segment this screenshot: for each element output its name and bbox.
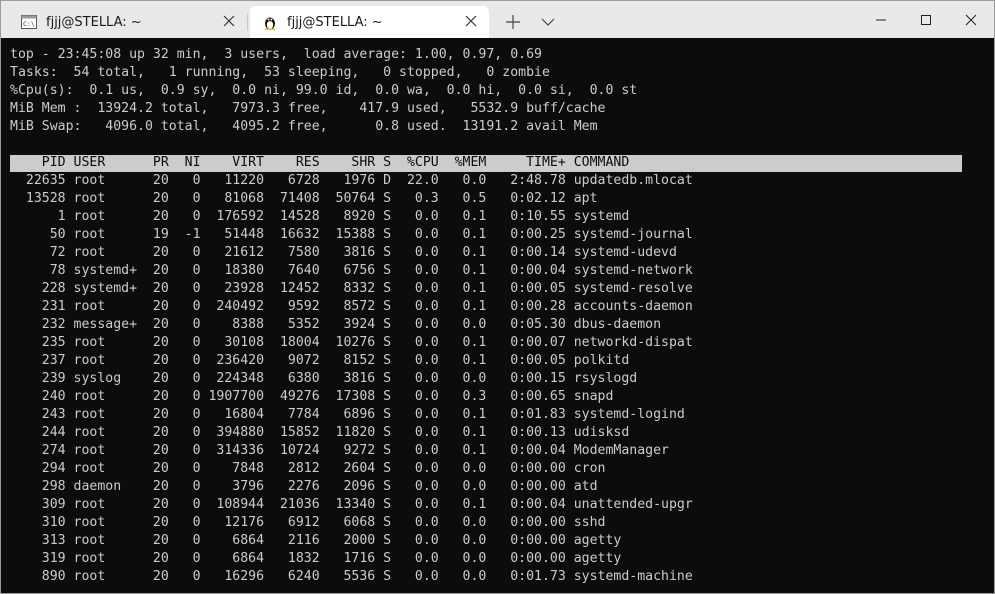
process-row: 1 root 20 0 176592 14528 8920 S 0.0 0.1 … [10, 209, 630, 224]
swap-line: MiB Swap: 4096.0 total, 4095.2 free, 0.8… [10, 119, 598, 134]
tab-divider [247, 13, 248, 31]
process-row: 274 root 20 0 314336 10724 9272 S 0.0 0.… [10, 443, 669, 458]
process-row: 309 root 20 0 108944 21036 13340 S 0.0 0… [10, 497, 693, 512]
process-row: 239 syslog 20 0 224348 6380 3816 S 0.0 0… [10, 371, 638, 386]
title-bar[interactable]: C:\ fjjj@STELLA: ~ fjjj@STELLA: ~ [1, 1, 994, 38]
terminal-output[interactable]: top - 23:45:08 up 32 min, 3 users, load … [1, 38, 994, 593]
process-row: 231 root 20 0 240492 9592 8572 S 0.0 0.1… [10, 299, 693, 314]
process-row: 78 systemd+ 20 0 18380 7640 6756 S 0.0 0… [10, 263, 693, 278]
cpu-line: %Cpu(s): 0.1 us, 0.9 sy, 0.0 ni, 99.0 id… [10, 83, 638, 98]
process-row: 243 root 20 0 16804 7784 6896 S 0.0 0.1 … [10, 407, 685, 422]
process-row: 50 root 19 -1 51448 16632 15388 S 0.0 0.… [10, 227, 693, 242]
process-row: 13528 root 20 0 81068 71408 50764 S 0.3 … [10, 191, 598, 206]
process-row: 319 root 20 0 6864 1832 1716 S 0.0 0.0 0… [10, 551, 622, 566]
process-row: 22635 root 20 0 11220 6728 1976 D 22.0 0… [10, 173, 693, 188]
mem-line: MiB Mem : 13924.2 total, 7973.3 free, 41… [10, 101, 606, 116]
process-row: 237 root 20 0 236420 9072 8152 S 0.0 0.1… [10, 353, 630, 368]
process-row: 235 root 20 0 30108 18004 10276 S 0.0 0.… [10, 335, 693, 350]
svg-text:C:\: C:\ [23, 20, 35, 28]
process-row: 232 message+ 20 0 8388 5352 3924 S 0.0 0… [10, 317, 662, 332]
process-row: 228 systemd+ 20 0 23928 12452 8332 S 0.0… [10, 281, 693, 296]
tab-title: fjjj@STELLA: ~ [287, 15, 383, 30]
new-tab-plus-icon[interactable] [503, 12, 523, 32]
tab-close-icon[interactable] [220, 12, 238, 30]
terminal-window: C:\ fjjj@STELLA: ~ fjjj@STELLA: ~ top - … [0, 0, 995, 594]
process-row: 890 root 20 0 16296 6240 5536 S 0.0 0.0 … [10, 569, 693, 584]
tab-close-icon[interactable] [462, 12, 480, 30]
chevron-down-icon[interactable] [538, 12, 558, 32]
column-header: PID USER PR NI VIRT RES SHR S %CPU %MEM … [10, 155, 630, 170]
process-row: 310 root 20 0 12176 6912 6068 S 0.0 0.0 … [10, 515, 606, 530]
tab-linux[interactable]: fjjj@STELLA: ~ [250, 6, 489, 38]
minimize-icon[interactable] [858, 1, 904, 38]
process-row: 240 root 20 0 1907700 49276 17308 S 0.0 … [10, 389, 614, 404]
close-icon[interactable] [948, 1, 994, 38]
cmd-icon: C:\ [21, 14, 37, 30]
maximize-icon[interactable] [903, 1, 949, 38]
tab-cmd[interactable]: C:\ fjjj@STELLA: ~ [9, 6, 246, 38]
tasks-line: Tasks: 54 total, 1 running, 53 sleeping,… [10, 65, 550, 80]
process-row: 294 root 20 0 7848 2812 2604 S 0.0 0.0 0… [10, 461, 606, 476]
linux-penguin-icon [262, 14, 278, 31]
tab-title: fjjj@STELLA: ~ [46, 15, 142, 30]
process-row: 313 root 20 0 6864 2116 2000 S 0.0 0.0 0… [10, 533, 622, 548]
process-row: 244 root 20 0 394880 15852 11820 S 0.0 0… [10, 425, 630, 440]
process-row: 72 root 20 0 21612 7580 3816 S 0.0 0.1 0… [10, 245, 677, 260]
uptime-line: top - 23:45:08 up 32 min, 3 users, load … [10, 47, 542, 62]
process-row: 298 daemon 20 0 3796 2276 2096 S 0.0 0.0… [10, 479, 598, 494]
